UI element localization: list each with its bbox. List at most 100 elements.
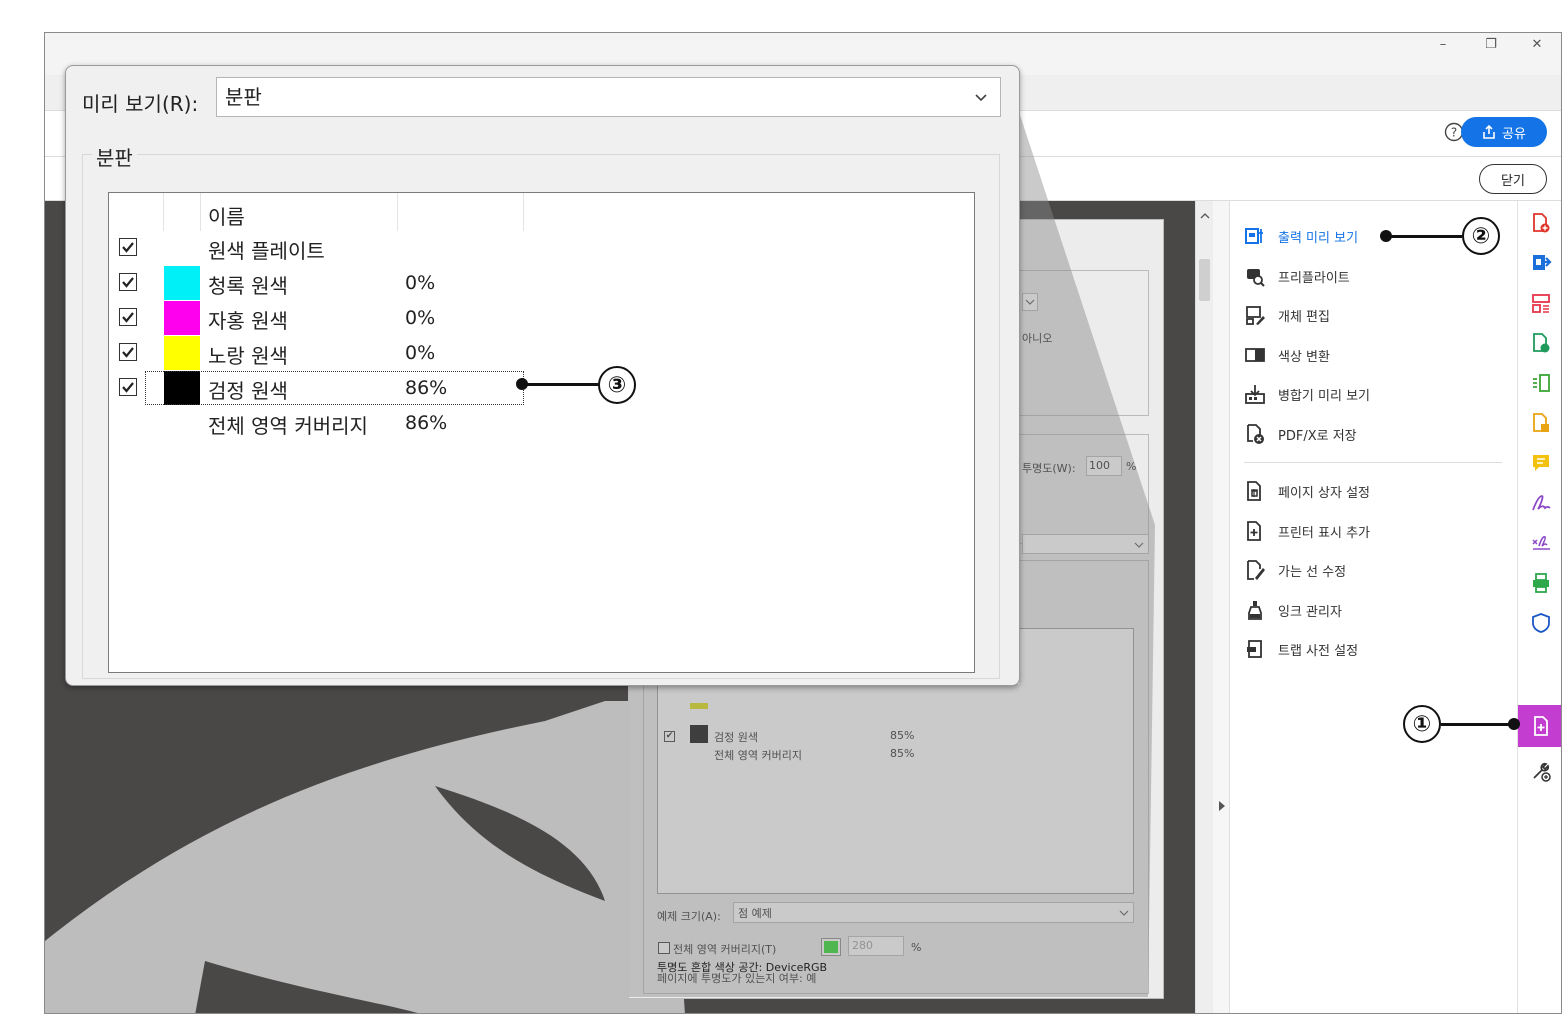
tool-label: PDF/X로 저장 [1278, 428, 1357, 444]
column-divider [523, 193, 524, 231]
bg-opacity-percent: % [1126, 460, 1137, 473]
comment-icon[interactable] [1529, 451, 1553, 475]
fix-hairlines-icon [1244, 559, 1266, 581]
collapse-panel-icon[interactable] [1217, 800, 1227, 812]
request-signature-icon[interactable] [1529, 531, 1553, 555]
separation-name: 노랑 원색 [208, 344, 288, 368]
tool-edit-object[interactable]: 개체 편집 [1244, 303, 1330, 327]
callout-1-line [1441, 723, 1511, 726]
bg-coverage-input[interactable]: 280 [848, 936, 904, 956]
minimize-button[interactable]: – [1423, 35, 1463, 55]
fill-sign-icon[interactable] [1529, 491, 1553, 515]
edit-pdf-icon[interactable] [1529, 411, 1553, 435]
scroll-thumb[interactable] [1199, 259, 1210, 301]
checkmark-icon [122, 382, 134, 393]
tool-label: 병합기 미리 보기 [1278, 388, 1370, 404]
callout-3: ③ [598, 366, 636, 404]
export-pdf-icon[interactable] [1529, 251, 1553, 275]
bg-opacity-input[interactable]: 100 [1086, 456, 1122, 476]
bg-sample-size-select[interactable]: 점 예제 [733, 902, 1134, 923]
tool-convert-colors[interactable]: 색상 변환 [1244, 343, 1330, 367]
separation-row[interactable]: 자홍 원색 0% [109, 301, 969, 335]
tool-output-preview[interactable]: 출력 미리 보기 [1244, 224, 1358, 248]
bg-total-coverage-label: 전체 영역 커버리지(T) [673, 943, 777, 956]
bg-total-value: 85% [890, 747, 915, 760]
bg-sample-size-label: 예제 크기(A): [657, 910, 721, 923]
bg-total-coverage-checkbox[interactable] [658, 942, 670, 954]
tool-label: 개체 편집 [1278, 309, 1330, 325]
flattener-preview-icon [1244, 383, 1266, 405]
separation-checkbox[interactable] [119, 343, 137, 361]
separation-row[interactable]: 원색 플레이트 [109, 231, 969, 265]
scroll-up-icon[interactable] [1197, 209, 1213, 223]
separation-value: 0% [405, 307, 436, 329]
share-button[interactable]: 공유 [1461, 117, 1547, 147]
separation-checkbox[interactable] [119, 308, 137, 326]
share-icon [1483, 125, 1495, 139]
preview-label: 미리 보기(R): [82, 92, 199, 116]
svg-text:?: ? [1451, 126, 1457, 140]
tool-set-page-boxes[interactable]: 페이지 상자 설정 [1244, 479, 1370, 503]
panel-collapse-strip[interactable] [1213, 201, 1230, 1013]
save-pdfx-icon [1244, 423, 1266, 445]
print-production-panel: 출력 미리 보기 프리플라이트 개체 편집 색상 변환 병합기 미리 보기 PD… [1230, 201, 1517, 1013]
bg-coverage-color-button[interactable] [821, 938, 841, 956]
organize-pages-icon[interactable] [1529, 291, 1553, 315]
bg-show-dropdown[interactable] [1022, 534, 1149, 554]
callout-3-line [522, 383, 598, 386]
separation-value: 86% [405, 412, 448, 434]
column-divider [163, 193, 164, 231]
tool-ink-manager[interactable]: 잉크 관리자 [1244, 598, 1342, 622]
preview-select[interactable]: 분판 [216, 77, 1001, 117]
restore-button[interactable]: ❐ [1471, 35, 1511, 55]
create-pdf-icon[interactable] [1529, 211, 1553, 235]
callout-2: ② [1462, 217, 1500, 255]
scan-ocr-icon[interactable] [1529, 571, 1553, 595]
tool-label: 페이지 상자 설정 [1278, 485, 1370, 501]
close-window-button[interactable]: ✕ [1517, 35, 1557, 55]
separation-checkbox[interactable] [119, 378, 137, 396]
vertical-scrollbar[interactable] [1195, 201, 1213, 1013]
tool-fix-hairlines[interactable]: 가는 선 수정 [1244, 558, 1346, 582]
column-divider [397, 193, 398, 231]
combine-files-icon[interactable] [1529, 331, 1553, 355]
separation-row[interactable]: 청록 원색 0% [109, 266, 969, 300]
tool-label: 트랩 사전 설정 [1278, 643, 1359, 659]
bg-black-name: 검정 원색 [714, 731, 758, 744]
close-tool-button[interactable]: 닫기 [1479, 164, 1547, 194]
trap-presets-icon [1244, 638, 1266, 660]
bg-yellow-swatch [690, 703, 708, 709]
separation-checkbox[interactable] [119, 273, 137, 291]
print-production-icon[interactable] [1529, 714, 1553, 738]
checkmark-icon [122, 242, 134, 253]
share-label: 공유 [1502, 126, 1526, 142]
bg-total-name: 전체 영역 커버리지 [714, 749, 802, 762]
separation-row[interactable]: 전체 영역 커버리지 86% [109, 406, 969, 440]
bg-coverage-value: 280 [852, 939, 873, 952]
separations-list[interactable]: 이름 원색 플레이트 청록 원색 0% 자홍 원색 0% 노랑 원색 0% 검정… [108, 192, 975, 673]
compress-pdf-icon[interactable] [1529, 371, 1553, 395]
tool-flattener-preview[interactable]: 병합기 미리 보기 [1244, 382, 1370, 406]
tool-label: 프린터 표시 추가 [1278, 525, 1370, 541]
bg-black-swatch [690, 725, 708, 743]
separation-row[interactable]: 노랑 원색 0% [109, 336, 969, 370]
output-preview-icon [1244, 225, 1266, 247]
tool-trap-presets[interactable]: 트랩 사전 설정 [1244, 637, 1358, 661]
column-divider [200, 193, 201, 231]
bg-dropdown-arrow[interactable] [1022, 293, 1038, 311]
separation-checkbox[interactable] [119, 238, 137, 256]
tool-preflight[interactable]: 프리플라이트 [1244, 264, 1350, 288]
column-header-name[interactable]: 이름 [208, 201, 245, 230]
protect-icon[interactable] [1529, 611, 1553, 635]
tool-label: 프리플라이트 [1278, 270, 1350, 286]
tool-add-printer-marks[interactable]: 프린터 표시 추가 [1244, 519, 1370, 543]
separation-name: 전체 영역 커버리지 [208, 414, 368, 438]
edit-object-icon [1244, 304, 1266, 326]
set-page-boxes-icon [1244, 480, 1266, 502]
bg-black-checkbox[interactable]: ✔ [664, 731, 675, 742]
preflight-icon [1244, 265, 1266, 287]
separation-name: 원색 플레이트 [208, 239, 325, 263]
tools-rail [1517, 201, 1561, 1013]
more-tools-icon[interactable] [1529, 759, 1553, 783]
tool-save-pdfx[interactable]: PDF/X로 저장 [1244, 422, 1357, 446]
